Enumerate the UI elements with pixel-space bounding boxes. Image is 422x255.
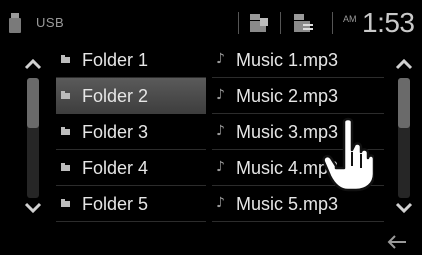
folder-label: Folder 3 <box>82 122 149 142</box>
folder-label: Folder 2 <box>82 86 149 106</box>
folder-row[interactable]: Folder 4 <box>56 150 206 186</box>
usb-device-icon <box>9 13 21 33</box>
music-note-icon: ♪ <box>216 51 225 67</box>
divider <box>332 12 333 34</box>
chevron-up-icon[interactable] <box>393 56 415 72</box>
folder-list: Folder 1 Folder 2 Folder 3 Folder 4 Fold… <box>56 42 206 222</box>
folder-row[interactable]: Folder 5 <box>56 186 206 222</box>
track-scrollbar-thumb[interactable] <box>398 78 410 128</box>
status-bar: USB AM 1:53 <box>0 0 422 42</box>
track-label: Music 1.mp3 <box>236 50 339 70</box>
folder-view-icon[interactable] <box>248 12 272 34</box>
music-note-icon: ♪ <box>216 159 225 175</box>
folder-icon <box>61 199 70 207</box>
music-note-icon: ♪ <box>216 123 225 139</box>
music-note-icon: ♪ <box>216 195 225 211</box>
track-row[interactable]: ♪ Music 1.mp3 <box>212 42 384 78</box>
folder-list-icon[interactable] <box>292 12 316 34</box>
folder-icon <box>61 55 70 63</box>
folder-row[interactable]: Folder 3 <box>56 114 206 150</box>
music-note-icon: ♪ <box>216 87 225 103</box>
folder-label: Folder 1 <box>82 50 149 70</box>
chevron-up-icon[interactable] <box>22 56 44 72</box>
folder-icon <box>61 163 70 171</box>
chevron-down-icon[interactable] <box>393 200 415 216</box>
folder-icon <box>61 127 70 135</box>
folder-label: Folder 4 <box>82 158 149 178</box>
folder-scrollbar-thumb[interactable] <box>27 78 39 128</box>
hand-pointer-icon <box>322 117 374 192</box>
ampm-indicator: AM <box>343 14 357 24</box>
divider <box>238 12 239 34</box>
track-label: Music 5.mp3 <box>236 194 339 214</box>
back-arrow-icon[interactable] <box>384 233 410 251</box>
folder-icon <box>61 91 70 99</box>
divider <box>280 12 281 34</box>
folder-label: Folder 5 <box>82 194 149 214</box>
folder-scrollbar-track[interactable] <box>27 78 39 198</box>
folder-row-selected[interactable]: Folder 2 <box>56 78 206 114</box>
track-row[interactable]: ♪ Music 2.mp3 <box>212 78 384 114</box>
usb-browser-screen: USB AM 1:53 Folder 1 Folder 2 Folder 3 F… <box>0 0 422 255</box>
chevron-down-icon[interactable] <box>22 200 44 216</box>
clock: 1:53 <box>362 7 415 38</box>
folder-row[interactable]: Folder 1 <box>56 42 206 78</box>
track-scrollbar-track[interactable] <box>398 78 410 198</box>
track-label: Music 2.mp3 <box>236 86 339 106</box>
source-label: USB <box>36 15 65 30</box>
